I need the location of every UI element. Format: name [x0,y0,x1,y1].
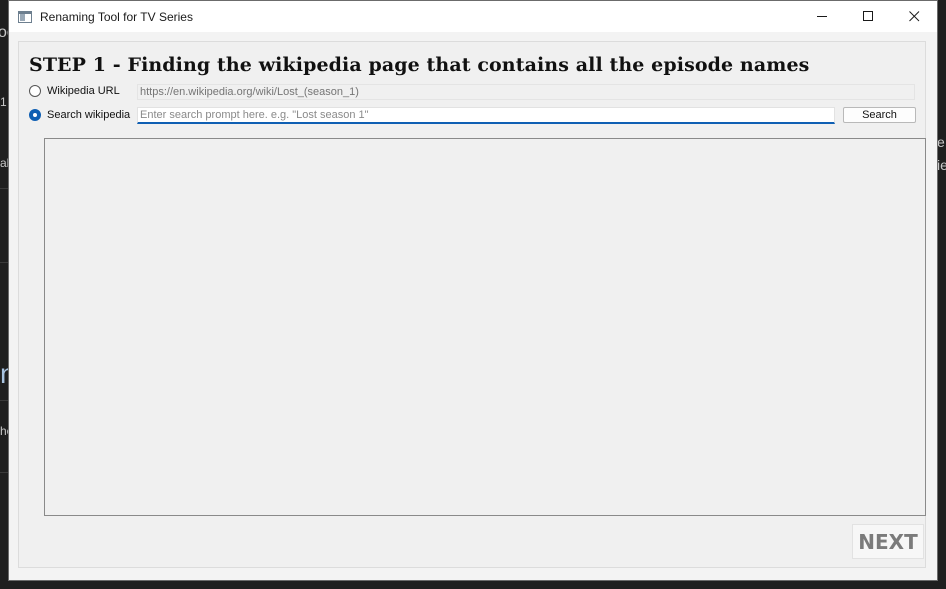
close-button[interactable] [891,1,937,32]
next-button[interactable]: NEXT [852,524,924,559]
background-divider [0,188,8,189]
window-title: Renaming Tool for TV Series [40,9,193,24]
background-fragment: ie [937,157,946,173]
search-input[interactable] [137,107,835,124]
search-button[interactable]: Search [843,107,916,123]
background-divider [0,400,8,401]
background-divider [0,262,8,263]
radio-button-unchecked[interactable] [29,85,41,97]
app-window-icon [18,10,32,23]
wikipedia-url-field[interactable] [137,84,915,100]
maximize-icon [862,11,873,21]
radio-label-search-wikipedia: Search wikipedia [47,109,131,121]
background-fragment: e [937,134,945,150]
title-bar[interactable]: Renaming Tool for TV Series [9,1,937,32]
minimize-icon [816,16,827,17]
main-panel: STEP 1 - Finding the wikipedia page that… [18,41,926,568]
radio-search-wikipedia[interactable]: Search wikipedia [29,109,130,121]
window-controls [799,1,937,32]
maximize-button[interactable] [845,1,891,32]
close-icon [908,11,919,22]
step-heading: STEP 1 - Finding the wikipedia page that… [29,54,810,76]
background-fragment: 1 [0,95,7,109]
radio-button-checked[interactable] [29,109,41,121]
background-divider [0,472,8,473]
minimize-button[interactable] [799,1,845,32]
radio-wikipedia-url[interactable]: Wikipedia URL [29,85,120,97]
radio-label-wikipedia-url: Wikipedia URL [47,85,120,97]
app-window: Renaming Tool for TV Series STEP 1 - Fin… [8,0,938,581]
search-results-list[interactable] [44,138,926,516]
